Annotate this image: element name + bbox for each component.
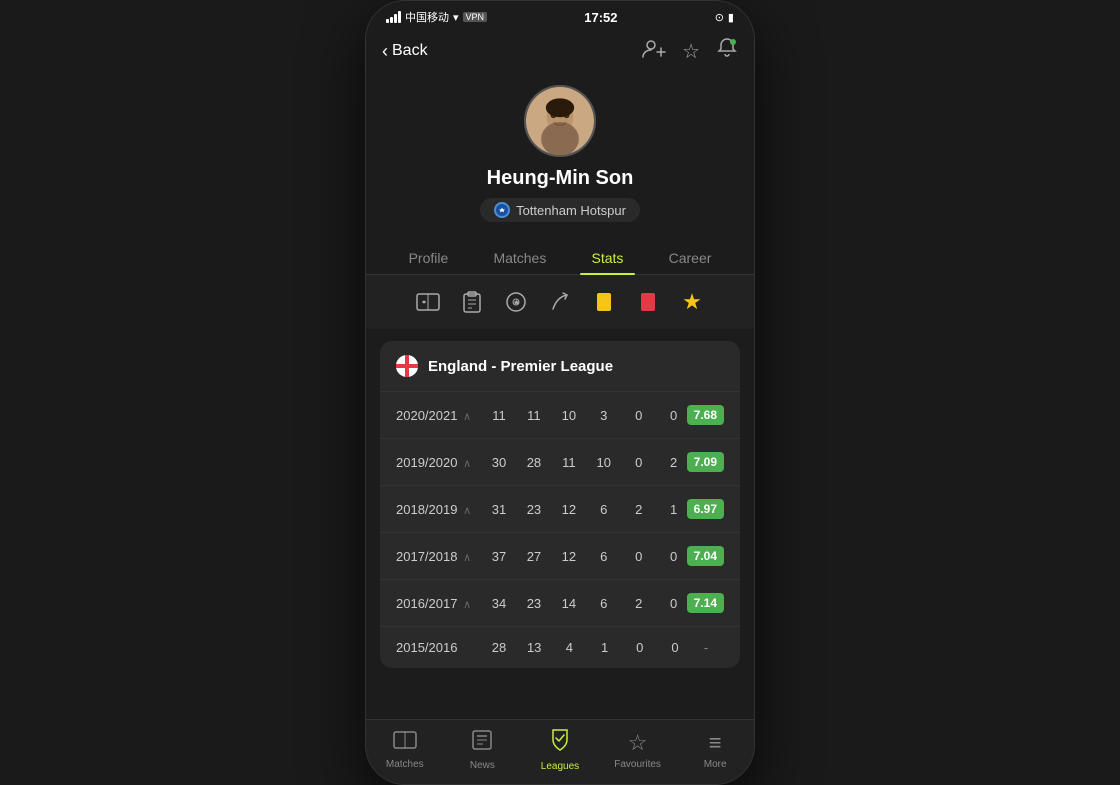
main-content: England - Premier League 2020/2021 ∧ 11 … bbox=[366, 329, 754, 785]
tabs-container: Profile Matches Stats Career bbox=[366, 238, 754, 275]
season-year: 2017/2018 ∧ bbox=[396, 549, 486, 564]
news-nav-label: News bbox=[470, 760, 495, 771]
header-nav: ‹ Back ☆ bbox=[366, 29, 754, 77]
season-stats: 34 23 14 6 2 0 bbox=[486, 596, 687, 611]
tab-career[interactable]: Career bbox=[657, 242, 724, 274]
signal-bars bbox=[386, 11, 401, 23]
favourites-nav-icon: ☆ bbox=[628, 730, 648, 756]
back-button[interactable]: ‹ Back bbox=[382, 41, 428, 62]
yellow-card bbox=[597, 293, 611, 311]
vpn-label: VPN bbox=[463, 12, 488, 22]
season-stats: 30 28 11 10 0 2 bbox=[486, 455, 687, 470]
rating-dash: - bbox=[688, 640, 724, 655]
season-row-2017[interactable]: 2017/2018 ∧ 37 27 12 6 0 0 7.04 bbox=[380, 532, 740, 579]
more-nav-label: More bbox=[704, 759, 727, 770]
battery-icon: ▮ bbox=[728, 11, 734, 24]
player-avatar bbox=[524, 85, 596, 157]
season-stats: 31 23 12 6 2 1 bbox=[486, 502, 687, 517]
chevron-left-icon: ‹ bbox=[382, 41, 388, 62]
header-actions: ☆ bbox=[642, 37, 738, 65]
more-nav-icon: ≡ bbox=[709, 730, 722, 756]
season-stats: 28 13 4 1 0 0 bbox=[486, 640, 688, 655]
goals-icon-btn[interactable] bbox=[413, 287, 443, 317]
rating-badge: 7.68 bbox=[687, 405, 724, 425]
add-friend-icon[interactable] bbox=[642, 38, 666, 64]
tab-matches[interactable]: Matches bbox=[481, 242, 558, 274]
red-card bbox=[641, 293, 655, 311]
league-name: England - Premier League bbox=[428, 358, 613, 375]
nav-more[interactable]: ≡ More bbox=[685, 730, 745, 770]
season-year: 2018/2019 ∧ bbox=[396, 502, 486, 517]
matches-nav-icon bbox=[393, 730, 417, 756]
clipboard-icon-btn[interactable] bbox=[457, 287, 487, 317]
tab-stats[interactable]: Stats bbox=[580, 242, 636, 274]
season-year: 2015/2016 bbox=[396, 640, 486, 655]
nav-favourites[interactable]: ☆ Favourites bbox=[608, 730, 668, 770]
club-name: Tottenham Hotspur bbox=[516, 203, 626, 218]
rating-badge: 7.14 bbox=[687, 593, 724, 613]
rating-badge: 7.09 bbox=[687, 452, 724, 472]
status-right: ⊙ ▮ bbox=[715, 11, 734, 24]
bottom-nav: Matches News Leagues ☆ bbox=[366, 719, 754, 784]
ball-icon-btn[interactable] bbox=[501, 287, 531, 317]
season-row-2020[interactable]: 2020/2021 ∧ 11 11 10 3 0 0 7.68 bbox=[380, 391, 740, 438]
alarm-icon: ⊙ bbox=[715, 11, 724, 24]
assist-icon-btn[interactable] bbox=[545, 287, 575, 317]
nav-matches[interactable]: Matches bbox=[375, 730, 435, 770]
club-badge: Tottenham Hotspur bbox=[480, 198, 640, 222]
nav-leagues[interactable]: Leagues bbox=[530, 728, 590, 772]
club-icon bbox=[494, 202, 510, 218]
status-time: 17:52 bbox=[584, 10, 617, 25]
matches-nav-label: Matches bbox=[386, 759, 424, 770]
player-name: Heung-Min Son bbox=[487, 167, 634, 190]
season-row-2015[interactable]: 2015/2016 28 13 4 1 0 0 - bbox=[380, 626, 740, 668]
season-year: 2016/2017 ∧ bbox=[396, 596, 486, 611]
nav-news[interactable]: News bbox=[452, 729, 512, 771]
tab-profile[interactable]: Profile bbox=[397, 242, 461, 274]
carrier-name: 中国移动 bbox=[405, 9, 449, 25]
rating-badge: 7.04 bbox=[687, 546, 724, 566]
rating-star-icon-btn[interactable]: ★ bbox=[677, 287, 707, 317]
status-left: 中国移动 ▾ VPN bbox=[386, 9, 487, 25]
back-label: Back bbox=[392, 42, 428, 60]
favourites-nav-label: Favourites bbox=[614, 759, 661, 770]
season-stats: 37 27 12 6 0 0 bbox=[486, 549, 687, 564]
season-year: 2019/2020 ∧ bbox=[396, 455, 486, 470]
phone-frame: 中国移动 ▾ VPN 17:52 ⊙ ▮ ‹ Back ☆ bbox=[365, 0, 755, 785]
player-section: Heung-Min Son Tottenham Hotspur bbox=[366, 77, 754, 238]
leagues-nav-label: Leagues bbox=[541, 761, 579, 772]
season-year: 2020/2021 ∧ bbox=[396, 408, 486, 423]
star-icon[interactable]: ☆ bbox=[682, 39, 700, 64]
yellow-card-icon-btn[interactable] bbox=[589, 287, 619, 317]
notification-icon[interactable] bbox=[716, 37, 738, 65]
season-stats: 11 11 10 3 0 0 bbox=[486, 408, 687, 423]
england-flag bbox=[396, 355, 418, 377]
wifi-icon: ▾ bbox=[453, 11, 459, 24]
stats-icons-bar: ★ bbox=[366, 275, 754, 329]
season-row-2016[interactable]: 2016/2017 ∧ 34 23 14 6 2 0 7.14 bbox=[380, 579, 740, 626]
rating-badge: 6.97 bbox=[687, 499, 724, 519]
season-row-2019[interactable]: 2019/2020 ∧ 30 28 11 10 0 2 7.09 bbox=[380, 438, 740, 485]
leagues-nav-icon bbox=[549, 728, 571, 758]
news-nav-icon bbox=[471, 729, 493, 757]
status-bar: 中国移动 ▾ VPN 17:52 ⊙ ▮ bbox=[366, 1, 754, 29]
league-header: England - Premier League bbox=[380, 341, 740, 391]
red-card-icon-btn[interactable] bbox=[633, 287, 663, 317]
season-row-2018[interactable]: 2018/2019 ∧ 31 23 12 6 2 1 6.97 bbox=[380, 485, 740, 532]
league-section: England - Premier League 2020/2021 ∧ 11 … bbox=[380, 341, 740, 668]
